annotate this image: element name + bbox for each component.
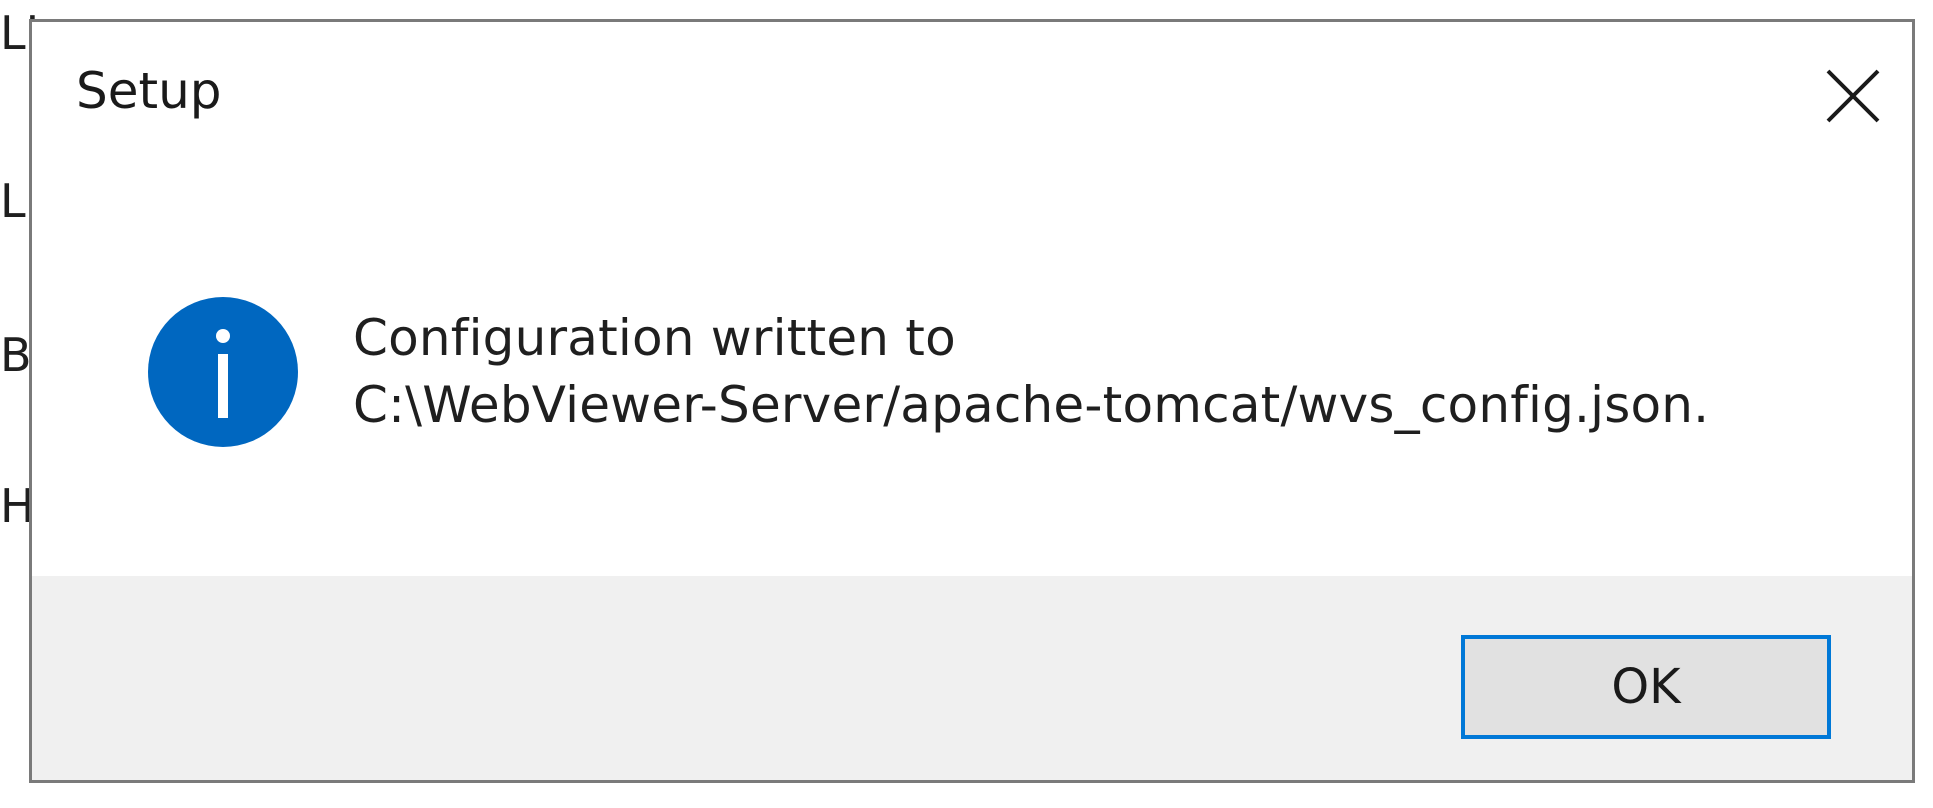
dialog-message: Configuration written to C:\WebViewer-Se… — [353, 305, 1709, 439]
background-top-strip — [80, 0, 780, 16]
close-icon — [1826, 69, 1880, 123]
info-icon — [148, 297, 298, 447]
close-button[interactable] — [1782, 22, 1912, 172]
dialog-content: Configuration written to C:\WebViewer-Se… — [32, 172, 1912, 576]
dialog-footer: OK — [32, 576, 1912, 780]
dialog-title: Setup — [76, 62, 222, 120]
setup-dialog: Setup Configuration written to C:\WebVie… — [29, 19, 1915, 783]
ok-button[interactable]: OK — [1461, 635, 1831, 739]
dialog-titlebar[interactable]: Setup — [32, 22, 1912, 172]
message-line: Configuration written to — [353, 309, 956, 367]
message-line: C:\WebViewer-Server/apache-tomcat/wvs_co… — [353, 376, 1710, 434]
